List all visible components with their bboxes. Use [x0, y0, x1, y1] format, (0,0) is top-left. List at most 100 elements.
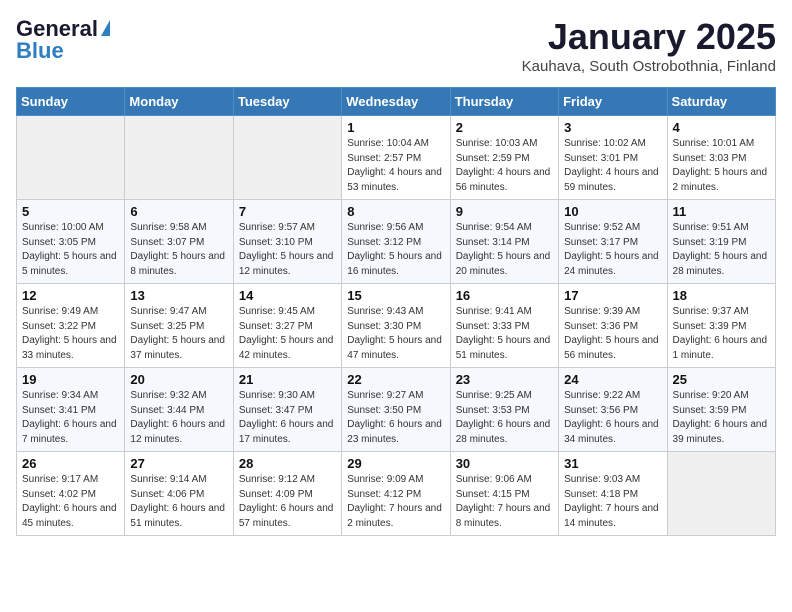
- day-number: 20: [130, 372, 227, 387]
- calendar-cell: 11Sunrise: 9:51 AM Sunset: 3:19 PM Dayli…: [667, 200, 775, 284]
- day-info: Sunrise: 9:45 AM Sunset: 3:27 PM Dayligh…: [239, 305, 336, 363]
- calendar-cell: 27Sunrise: 9:14 AM Sunset: 4:06 PM Dayli…: [125, 452, 233, 536]
- day-info: Sunrise: 9:32 AM Sunset: 3:44 PM Dayligh…: [130, 389, 227, 447]
- calendar-cell: 5Sunrise: 10:00 AM Sunset: 3:05 PM Dayli…: [17, 200, 125, 284]
- calendar-cell: 17Sunrise: 9:39 AM Sunset: 3:36 PM Dayli…: [559, 284, 667, 368]
- calendar-cell: 20 Sunrise: 9:32 AM Sunset: 3:44 PM Dayli…: [125, 368, 233, 452]
- day-info: Sunrise: 9:52 AM Sunset: 3:17 PM Dayligh…: [564, 221, 661, 279]
- calendar-header-friday: Friday: [559, 88, 667, 116]
- calendar-cell: 18 Sunrise: 9:37 AM Sunset: 3:39 PM Dayli…: [667, 284, 775, 368]
- calendar-week-row: 1 Sunrise: 10:04 AM Sunset: 2:57 PM Dayli…: [17, 116, 776, 200]
- day-number: 15: [347, 288, 444, 303]
- day-info: Sunrise: 9:41 AM Sunset: 3:33 PM Dayligh…: [456, 305, 553, 363]
- day-info: Sunrise: 9:09 AM Sunset: 4:12 PM Dayligh…: [347, 473, 444, 531]
- calendar-week-row: 5Sunrise: 10:00 AM Sunset: 3:05 PM Dayli…: [17, 200, 776, 284]
- calendar-header-monday: Monday: [125, 88, 233, 116]
- day-info: Sunrise: 9:22 AM Sunset: 3:56 PM Dayligh…: [564, 389, 661, 447]
- day-info: Sunrise: 9:51 AM Sunset: 3:19 PM Dayligh…: [673, 221, 770, 279]
- calendar-header-row: SundayMondayTuesdayWednesdayThursdayFrid…: [17, 88, 776, 116]
- calendar-cell: 19 Sunrise: 9:34 AM Sunset: 3:41 PM Dayli…: [17, 368, 125, 452]
- page-header: General Blue January 2025 Kauhava, South…: [16, 16, 776, 75]
- logo: General Blue: [16, 16, 110, 64]
- day-info: Sunrise: 9:34 AM Sunset: 3:41 PM Dayligh…: [22, 389, 119, 447]
- day-number: 1: [347, 120, 444, 135]
- day-number: 28: [239, 456, 336, 471]
- calendar-cell: 3 Sunrise: 10:02 AM Sunset: 3:01 PM Dayli…: [559, 116, 667, 200]
- calendar-header-tuesday: Tuesday: [233, 88, 341, 116]
- calendar-cell: 16 Sunrise: 9:41 AM Sunset: 3:33 PM Dayli…: [450, 284, 558, 368]
- day-number: 23: [456, 372, 553, 387]
- month-title: January 2025: [522, 16, 776, 58]
- calendar-header-wednesday: Wednesday: [342, 88, 450, 116]
- location-text: Kauhava, South Ostrobothnia, Finland: [522, 58, 776, 75]
- calendar-cell: 22 Sunrise: 9:27 AM Sunset: 3:50 PM Dayli…: [342, 368, 450, 452]
- day-info: Sunrise: 9:14 AM Sunset: 4:06 PM Dayligh…: [130, 473, 227, 531]
- calendar-cell: 6Sunrise: 9:58 AM Sunset: 3:07 PM Daylig…: [125, 200, 233, 284]
- calendar-cell: 8 Sunrise: 9:56 AM Sunset: 3:12 PM Daylig…: [342, 200, 450, 284]
- calendar-cell: 10Sunrise: 9:52 AM Sunset: 3:17 PM Dayli…: [559, 200, 667, 284]
- calendar-cell: 25Sunrise: 9:20 AM Sunset: 3:59 PM Dayli…: [667, 368, 775, 452]
- day-number: 2: [456, 120, 553, 135]
- day-number: 14: [239, 288, 336, 303]
- calendar-cell: 23 Sunrise: 9:25 AM Sunset: 3:53 PM Dayli…: [450, 368, 558, 452]
- calendar-cell: 15Sunrise: 9:43 AM Sunset: 3:30 PM Dayli…: [342, 284, 450, 368]
- calendar-header-sunday: Sunday: [17, 88, 125, 116]
- calendar-week-row: 12 Sunrise: 9:49 AM Sunset: 3:22 PM Dayli…: [17, 284, 776, 368]
- calendar-cell: 26Sunrise: 9:17 AM Sunset: 4:02 PM Dayli…: [17, 452, 125, 536]
- day-info: Sunrise: 9:37 AM Sunset: 3:39 PM Dayligh…: [673, 305, 770, 363]
- day-number: 3: [564, 120, 661, 135]
- day-info: Sunrise: 10:04 AM Sunset: 2:57 PM Daylig…: [347, 137, 444, 195]
- day-info: Sunrise: 9:58 AM Sunset: 3:07 PM Dayligh…: [130, 221, 227, 279]
- calendar-cell: [125, 116, 233, 200]
- day-info: Sunrise: 9:56 AM Sunset: 3:12 PM Dayligh…: [347, 221, 444, 279]
- calendar-cell: 1 Sunrise: 10:04 AM Sunset: 2:57 PM Dayli…: [342, 116, 450, 200]
- day-info: Sunrise: 9:27 AM Sunset: 3:50 PM Dayligh…: [347, 389, 444, 447]
- day-info: Sunrise: 10:02 AM Sunset: 3:01 PM Daylig…: [564, 137, 661, 195]
- day-info: Sunrise: 10:03 AM Sunset: 2:59 PM Daylig…: [456, 137, 553, 195]
- calendar-cell: 4Sunrise: 10:01 AM Sunset: 3:03 PM Dayli…: [667, 116, 775, 200]
- day-number: 24: [564, 372, 661, 387]
- calendar-week-row: 19 Sunrise: 9:34 AM Sunset: 3:41 PM Dayli…: [17, 368, 776, 452]
- calendar-cell: 14 Sunrise: 9:45 AM Sunset: 3:27 PM Dayli…: [233, 284, 341, 368]
- day-info: Sunrise: 9:30 AM Sunset: 3:47 PM Dayligh…: [239, 389, 336, 447]
- day-number: 5: [22, 204, 119, 219]
- day-number: 21: [239, 372, 336, 387]
- calendar-cell: 24 Sunrise: 9:22 AM Sunset: 3:56 PM Dayli…: [559, 368, 667, 452]
- day-number: 31: [564, 456, 661, 471]
- day-number: 19: [22, 372, 119, 387]
- calendar-cell: [233, 116, 341, 200]
- day-info: Sunrise: 9:47 AM Sunset: 3:25 PM Dayligh…: [130, 305, 227, 363]
- calendar-cell: 9 Sunrise: 9:54 AM Sunset: 3:14 PM Daylig…: [450, 200, 558, 284]
- day-number: 7: [239, 204, 336, 219]
- day-number: 8: [347, 204, 444, 219]
- day-info: Sunrise: 9:54 AM Sunset: 3:14 PM Dayligh…: [456, 221, 553, 279]
- calendar-header-saturday: Saturday: [667, 88, 775, 116]
- day-info: Sunrise: 9:03 AM Sunset: 4:18 PM Dayligh…: [564, 473, 661, 531]
- day-number: 26: [22, 456, 119, 471]
- logo-blue-text: Blue: [16, 38, 64, 64]
- calendar-header-thursday: Thursday: [450, 88, 558, 116]
- calendar-cell: 28Sunrise: 9:12 AM Sunset: 4:09 PM Dayli…: [233, 452, 341, 536]
- calendar-cell: [17, 116, 125, 200]
- day-number: 12: [22, 288, 119, 303]
- calendar-cell: [667, 452, 775, 536]
- calendar-cell: 29Sunrise: 9:09 AM Sunset: 4:12 PM Dayli…: [342, 452, 450, 536]
- calendar-week-row: 26Sunrise: 9:17 AM Sunset: 4:02 PM Dayli…: [17, 452, 776, 536]
- day-info: Sunrise: 9:06 AM Sunset: 4:15 PM Dayligh…: [456, 473, 553, 531]
- day-number: 9: [456, 204, 553, 219]
- day-number: 30: [456, 456, 553, 471]
- day-number: 22: [347, 372, 444, 387]
- day-info: Sunrise: 9:39 AM Sunset: 3:36 PM Dayligh…: [564, 305, 661, 363]
- logo-triangle-icon: [101, 20, 110, 36]
- day-number: 13: [130, 288, 227, 303]
- day-info: Sunrise: 9:49 AM Sunset: 3:22 PM Dayligh…: [22, 305, 119, 363]
- day-info: Sunrise: 9:25 AM Sunset: 3:53 PM Dayligh…: [456, 389, 553, 447]
- day-number: 18: [673, 288, 770, 303]
- calendar-cell: 21 Sunrise: 9:30 AM Sunset: 3:47 PM Dayli…: [233, 368, 341, 452]
- day-number: 4: [673, 120, 770, 135]
- calendar-cell: 31 Sunrise: 9:03 AM Sunset: 4:18 PM Dayli…: [559, 452, 667, 536]
- day-info: Sunrise: 9:57 AM Sunset: 3:10 PM Dayligh…: [239, 221, 336, 279]
- calendar-cell: 7 Sunrise: 9:57 AM Sunset: 3:10 PM Daylig…: [233, 200, 341, 284]
- day-number: 16: [456, 288, 553, 303]
- calendar-table: SundayMondayTuesdayWednesdayThursdayFrid…: [16, 87, 776, 536]
